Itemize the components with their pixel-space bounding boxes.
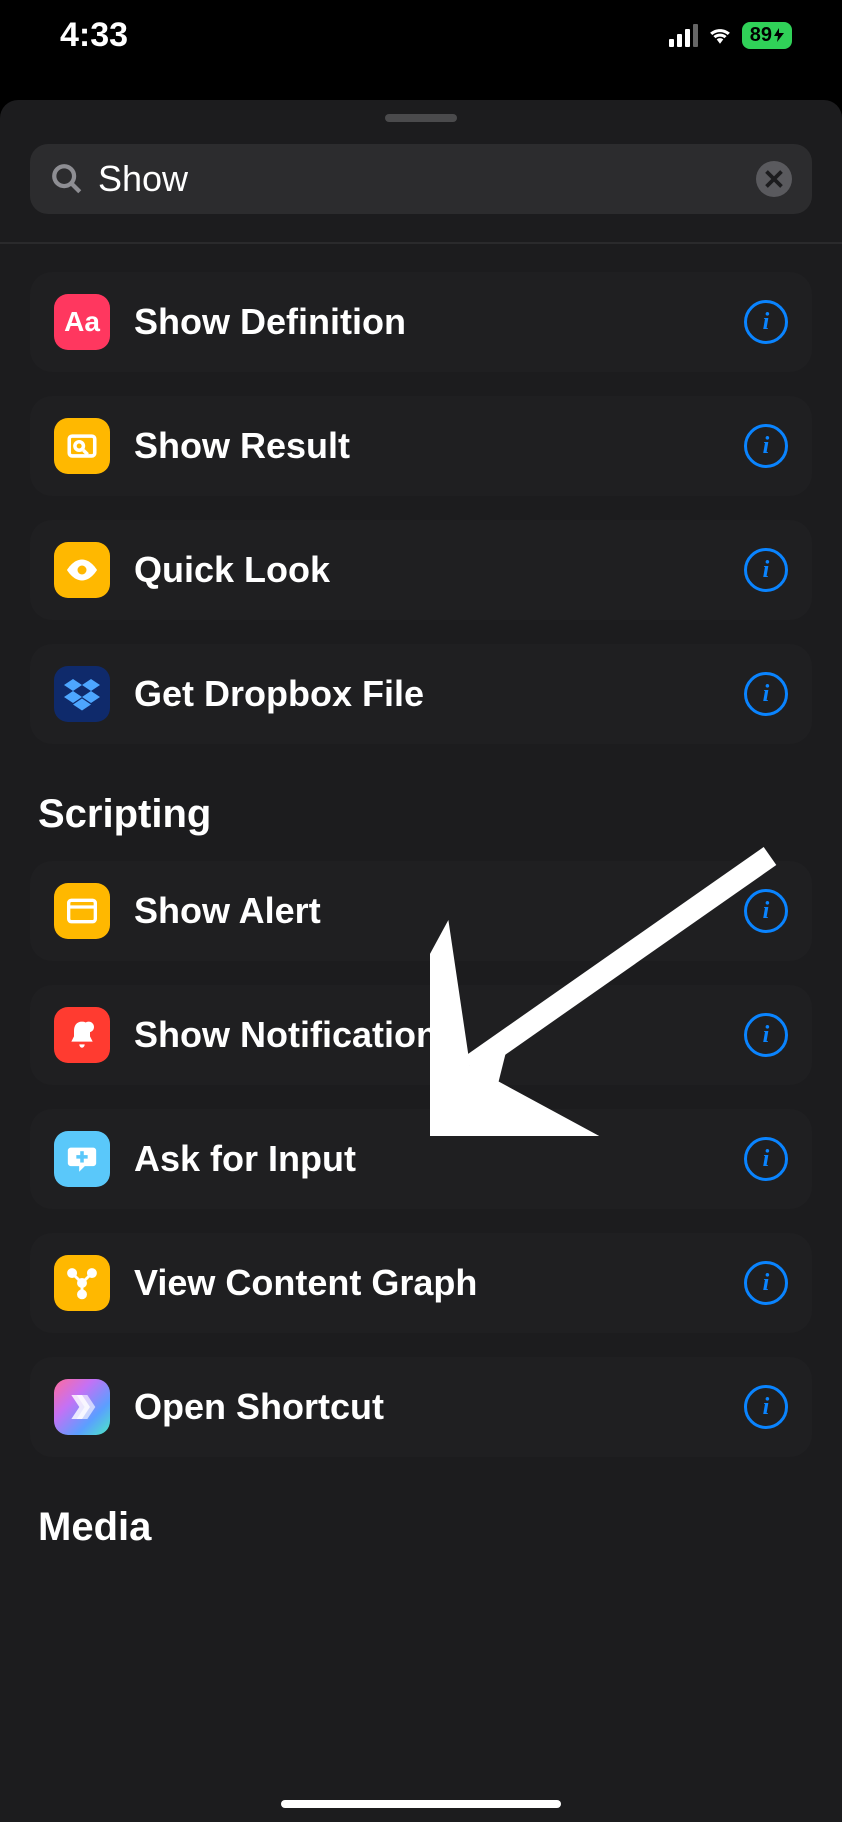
result-icon	[54, 418, 110, 474]
action-label: Get Dropbox File	[134, 673, 720, 715]
search-field[interactable]	[30, 144, 812, 214]
action-show-definition[interactable]: Aa Show Definition i	[30, 272, 812, 372]
info-button[interactable]: i	[744, 1013, 788, 1057]
info-button[interactable]: i	[744, 1385, 788, 1429]
action-quick-look[interactable]: Quick Look i	[30, 520, 812, 620]
cellular-signal-icon	[669, 24, 698, 47]
action-label: View Content Graph	[134, 1262, 720, 1304]
info-button[interactable]: i	[744, 300, 788, 344]
status-right: 89	[669, 22, 792, 49]
shortcut-icon	[54, 1379, 110, 1435]
dropbox-icon	[54, 666, 110, 722]
definition-icon: Aa	[54, 294, 110, 350]
info-button[interactable]: i	[744, 548, 788, 592]
status-bar: 4:33 89	[0, 0, 842, 70]
info-button[interactable]: i	[744, 889, 788, 933]
section-header-media: Media	[38, 1505, 812, 1550]
input-icon	[54, 1131, 110, 1187]
battery-indicator: 89	[742, 22, 792, 49]
wifi-icon	[706, 24, 734, 46]
action-open-shortcut[interactable]: Open Shortcut i	[30, 1357, 812, 1457]
quicklook-icon	[54, 542, 110, 598]
graph-icon	[54, 1255, 110, 1311]
action-get-dropbox-file[interactable]: Get Dropbox File i	[30, 644, 812, 744]
action-show-alert[interactable]: Show Alert i	[30, 861, 812, 961]
section-header-scripting: Scripting	[38, 792, 812, 837]
action-show-result[interactable]: Show Result i	[30, 396, 812, 496]
search-input[interactable]	[98, 158, 742, 200]
alert-icon	[54, 883, 110, 939]
clear-search-button[interactable]	[756, 161, 792, 197]
info-button[interactable]: i	[744, 424, 788, 468]
action-sheet: Aa Show Definition i Show Result i Quick…	[0, 100, 842, 1822]
action-label: Show Definition	[134, 301, 720, 343]
search-icon	[50, 162, 84, 196]
action-label: Show Result	[134, 425, 720, 467]
info-button[interactable]: i	[744, 672, 788, 716]
action-label: Show Alert	[134, 890, 720, 932]
action-view-content-graph[interactable]: View Content Graph i	[30, 1233, 812, 1333]
status-time: 4:33	[60, 16, 128, 55]
action-ask-for-input[interactable]: Ask for Input i	[30, 1109, 812, 1209]
sheet-grabber[interactable]	[385, 114, 457, 122]
action-show-notification[interactable]: Show Notification i	[30, 985, 812, 1085]
info-button[interactable]: i	[744, 1261, 788, 1305]
action-label: Show Notification	[134, 1014, 720, 1056]
action-label: Ask for Input	[134, 1138, 720, 1180]
notification-icon	[54, 1007, 110, 1063]
action-label: Open Shortcut	[134, 1386, 720, 1428]
home-indicator[interactable]	[281, 1800, 561, 1808]
action-label: Quick Look	[134, 549, 720, 591]
info-button[interactable]: i	[744, 1137, 788, 1181]
